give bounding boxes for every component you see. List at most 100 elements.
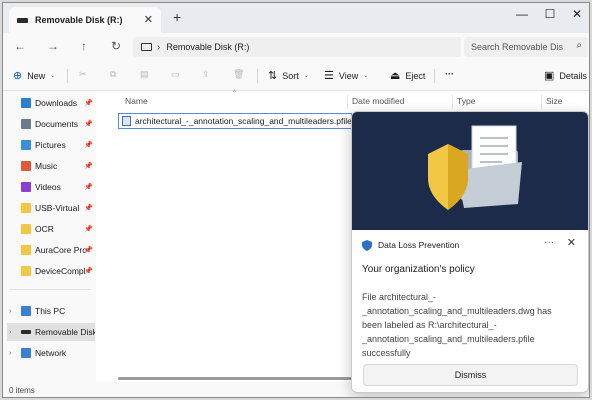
pin-icon: 📌 bbox=[84, 247, 93, 254]
view-label: View bbox=[338, 70, 359, 81]
column-divider bbox=[347, 95, 348, 109]
file-explorer-window: Removable Disk (R:) ✕ + — ☐ ✕ ← → ↑ ↻ › … bbox=[2, 2, 590, 398]
sidebar-item-label: DeviceCompl bbox=[35, 266, 86, 276]
sidebar-item-label: Pictures bbox=[35, 140, 66, 150]
pin-icon: 📌 bbox=[84, 226, 93, 233]
close-window-button[interactable]: ✕ bbox=[565, 7, 589, 21]
chevron-down-icon: ⌄ bbox=[363, 73, 369, 79]
new-button[interactable]: ⊕ New ⌄ bbox=[13, 69, 55, 82]
dismiss-button[interactable]: Dismiss bbox=[363, 364, 578, 386]
toolbar-divider bbox=[257, 69, 258, 83]
chevron-right-icon[interactable]: › bbox=[9, 350, 11, 357]
sidebar-divider bbox=[9, 289, 91, 290]
eject-button[interactable]: ⏏ Eject bbox=[390, 69, 425, 82]
column-header-size[interactable]: Size bbox=[546, 96, 563, 106]
pin-icon: 📌 bbox=[84, 184, 93, 191]
sidebar-item-label: OCR bbox=[35, 224, 54, 234]
folder-icon bbox=[21, 140, 31, 150]
sidebar-item-label: Downloads bbox=[35, 98, 78, 108]
drive-icon bbox=[21, 330, 31, 334]
sidebar-item[interactable]: Videos 📌 bbox=[7, 178, 95, 196]
chevron-down-icon: ⌄ bbox=[303, 73, 309, 79]
chevron-right-icon: › bbox=[157, 41, 161, 53]
cut-icon[interactable]: ✂ bbox=[79, 69, 87, 80]
notification-close-button[interactable]: ✕ bbox=[567, 236, 576, 249]
rename-icon[interactable]: ▭ bbox=[171, 69, 180, 80]
more-options-button[interactable]: ··· bbox=[445, 69, 454, 79]
sidebar-item[interactable]: Downloads 📌 bbox=[7, 94, 95, 112]
sidebar-item[interactable]: DeviceCompl 📌 bbox=[7, 262, 95, 280]
sidebar-tree-item[interactable]: › Removable Disk bbox=[7, 323, 95, 341]
sidebar-item-label: AuraCore Pro bbox=[35, 245, 87, 255]
command-bar: ⊕ New ⌄ ✂ ⧉ ▤ ▭ ⇪ 🗑 ⇅ Sort ⌄ ☰ View ⌄ ⏏ … bbox=[3, 61, 589, 91]
pin-icon: 📌 bbox=[84, 163, 93, 170]
folder-icon bbox=[21, 245, 31, 255]
sidebar-tree-item[interactable]: › This PC bbox=[7, 302, 95, 320]
view-button[interactable]: ☰ View ⌄ bbox=[324, 69, 368, 82]
sidebar-item-label: USB-Virtual bbox=[35, 203, 80, 213]
new-tab-button[interactable]: + bbox=[173, 9, 181, 25]
details-button[interactable]: ▣ Details bbox=[544, 69, 587, 82]
toolbar-divider bbox=[434, 69, 435, 83]
pin-icon: 📌 bbox=[84, 142, 93, 149]
dlp-notification: Data Loss Prevention ··· ✕ Your organiza… bbox=[351, 111, 589, 393]
forward-button[interactable]: → bbox=[44, 39, 62, 53]
sidebar-item-label: Documents bbox=[35, 119, 78, 129]
column-header-name[interactable]: Name bbox=[125, 96, 148, 106]
share-icon[interactable]: ⇪ bbox=[202, 69, 210, 80]
search-input[interactable]: Search Removable Dis ⌕ bbox=[464, 37, 588, 57]
address-text: Removable Disk (R:) bbox=[166, 42, 250, 52]
drive-icon bbox=[17, 17, 28, 23]
minimize-button[interactable]: — bbox=[510, 7, 534, 21]
sort-button[interactable]: ⇅ Sort ⌄ bbox=[268, 69, 309, 82]
file-name: architectural_-_annotation_scaling_and_m… bbox=[135, 116, 352, 126]
search-placeholder: Search Removable Dis bbox=[471, 42, 564, 52]
sidebar-item-label: Music bbox=[35, 161, 58, 171]
sidebar-item[interactable]: OCR 📌 bbox=[7, 220, 95, 238]
tab-removable-disk[interactable]: Removable Disk (R:) ✕ bbox=[9, 7, 161, 33]
eject-icon: ⏏ bbox=[390, 70, 401, 82]
back-button[interactable]: ← bbox=[11, 39, 29, 53]
notification-title: Your organization's policy bbox=[362, 264, 475, 275]
toolbar-divider bbox=[67, 69, 68, 83]
navigation-pane: Downloads 📌 Documents 📌 Pictures 📌 Music 📌 Video… bbox=[3, 91, 96, 382]
copy-icon[interactable]: ⧉ bbox=[110, 69, 116, 80]
column-header-type[interactable]: Type bbox=[457, 96, 475, 106]
tab-close-icon[interactable]: ✕ bbox=[144, 13, 153, 26]
column-divider bbox=[541, 95, 542, 109]
column-header-date[interactable]: Date modified bbox=[352, 96, 404, 106]
notification-more-button[interactable]: ··· bbox=[544, 237, 554, 248]
paste-icon[interactable]: ▤ bbox=[140, 69, 149, 80]
maximize-button[interactable]: ☐ bbox=[538, 7, 562, 21]
sidebar-item[interactable]: Documents 📌 bbox=[7, 115, 95, 133]
folder-icon bbox=[21, 182, 31, 192]
sidebar-item[interactable]: USB-Virtual 📌 bbox=[7, 199, 95, 217]
sidebar-item-label: This PC bbox=[35, 306, 66, 316]
sidebar-item[interactable]: Pictures 📌 bbox=[7, 136, 95, 154]
address-bar[interactable]: › Removable Disk (R:) bbox=[133, 37, 461, 57]
up-button[interactable]: ↑ bbox=[75, 39, 93, 53]
sidebar-item-label: Videos bbox=[35, 182, 61, 192]
pin-icon: 📌 bbox=[84, 121, 93, 128]
chevron-right-icon[interactable]: › bbox=[9, 329, 11, 336]
folder-icon bbox=[21, 266, 31, 276]
drive-icon bbox=[21, 348, 31, 358]
refresh-button[interactable]: ↻ bbox=[107, 39, 125, 53]
sidebar-item[interactable]: AuraCore Pro 📌 bbox=[7, 241, 95, 259]
navigation-bar: ← → ↑ ↻ › Removable Disk (R:) Search Rem… bbox=[3, 33, 589, 61]
sidebar-item[interactable]: Music 📌 bbox=[7, 157, 95, 175]
folder-icon bbox=[21, 98, 31, 108]
file-row[interactable]: architectural_-_annotation_scaling_and_m… bbox=[118, 113, 352, 129]
sidebar-tree-item[interactable]: › Network bbox=[7, 344, 95, 362]
notification-header: Data Loss Prevention ··· ✕ bbox=[362, 236, 580, 252]
chevron-right-icon[interactable]: › bbox=[9, 308, 11, 315]
horizontal-scrollbar[interactable] bbox=[118, 377, 354, 380]
plus-circle-icon: ⊕ bbox=[13, 70, 23, 82]
delete-icon[interactable]: 🗑 bbox=[233, 69, 244, 80]
folder-icon bbox=[21, 161, 31, 171]
sort-caret-icon: ^ bbox=[233, 90, 236, 96]
sidebar-item-label: Network bbox=[35, 348, 67, 358]
chevron-down-icon: ⌄ bbox=[50, 73, 56, 79]
pin-icon: 📌 bbox=[84, 100, 93, 107]
monitor-icon bbox=[141, 43, 152, 51]
